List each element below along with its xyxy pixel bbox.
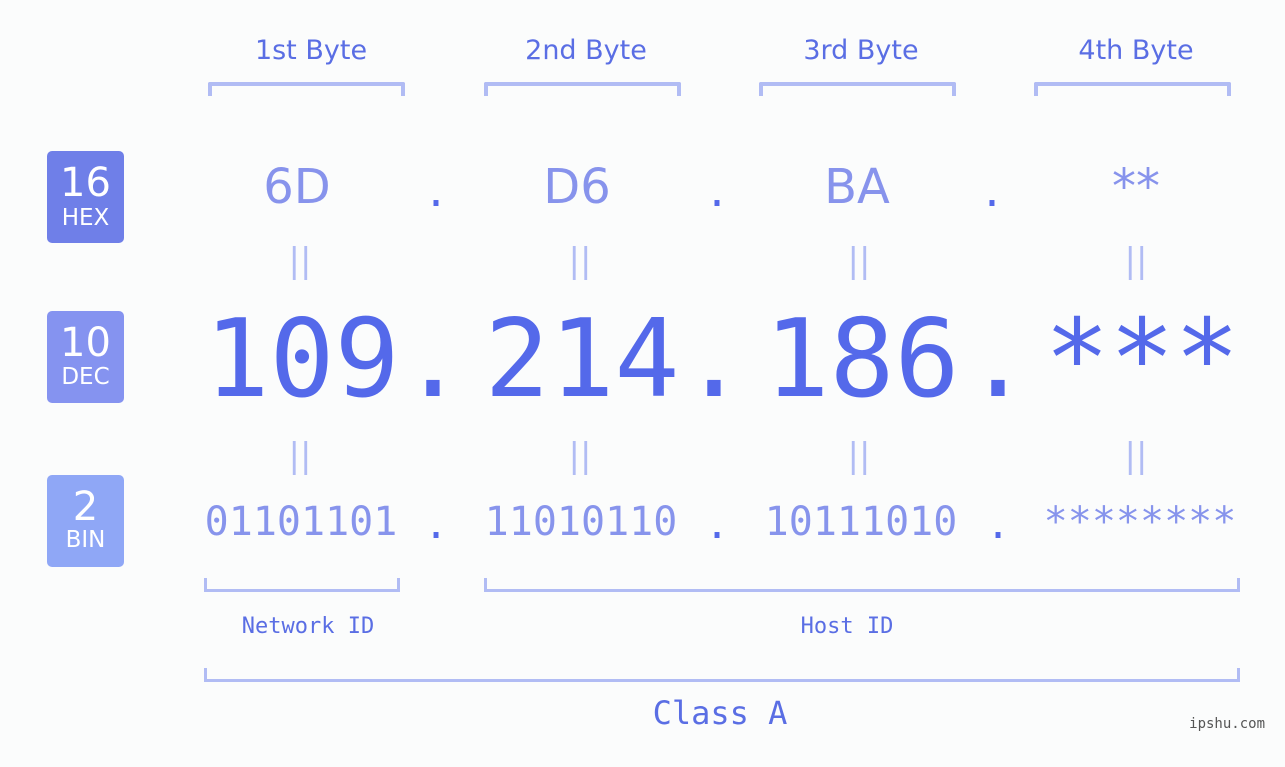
bin-dot-1: . (423, 502, 449, 548)
equals-sign: || (288, 436, 312, 476)
byte-title-3: 3rd Byte (803, 35, 919, 66)
dec-badge-number: 10 (60, 320, 111, 366)
hex-byte-3: BA (824, 159, 890, 215)
watermark: ipshu.com (1189, 716, 1265, 732)
hex-badge-number: 16 (60, 160, 111, 206)
dec-dot-1: . (400, 297, 466, 422)
byte-title-2: 2nd Byte (525, 35, 647, 66)
dec-dot-2: . (681, 297, 747, 422)
equals-sign: || (1124, 241, 1148, 281)
host-id-bracket (484, 578, 1240, 592)
hex-byte-4: ** (1112, 159, 1160, 215)
hex-dot-1: . (428, 162, 444, 218)
equals-sign: || (847, 436, 871, 476)
bin-badge-label: BIN (65, 527, 106, 553)
dec-byte-2: 214 (484, 297, 680, 422)
equals-sign: || (568, 241, 592, 281)
dec-dot-3: . (965, 297, 1031, 422)
bin-byte-1: 01101101 (204, 499, 398, 545)
byte-bracket-3 (759, 82, 956, 96)
bin-badge-number: 2 (72, 484, 99, 530)
dec-badge-label: DEC (61, 364, 110, 390)
byte-title-4: 4th Byte (1078, 35, 1194, 66)
dec-badge: 10 DEC (47, 311, 124, 403)
hex-badge-label: HEX (61, 205, 110, 231)
bin-byte-2: 11010110 (484, 499, 678, 545)
hex-dot-3: . (984, 162, 1000, 218)
hex-byte-1: 6D (263, 159, 331, 215)
hex-byte-2: D6 (543, 159, 611, 215)
hex-badge: 16 HEX (47, 151, 124, 243)
equals-sign: || (1124, 436, 1148, 476)
dec-byte-4: *** (1044, 297, 1240, 422)
equals-sign: || (568, 436, 592, 476)
bin-badge: 2 BIN (47, 475, 124, 567)
byte-bracket-1 (208, 82, 405, 96)
bin-dot-3: . (985, 502, 1011, 548)
bin-byte-4: ******** (1043, 499, 1237, 545)
equals-sign: || (288, 241, 312, 281)
network-id-bracket (204, 578, 400, 592)
network-id-label: Network ID (241, 614, 375, 639)
class-bracket (204, 668, 1240, 682)
dec-byte-1: 109 (204, 297, 400, 422)
byte-bracket-2 (484, 82, 681, 96)
class-label: Class A (652, 694, 788, 732)
host-id-label: Host ID (800, 614, 894, 639)
byte-title-1: 1st Byte (254, 35, 368, 66)
bin-byte-3: 10111010 (764, 499, 958, 545)
equals-sign: || (847, 241, 871, 281)
hex-dot-2: . (709, 162, 725, 218)
byte-bracket-4 (1034, 82, 1231, 96)
dec-byte-3: 186 (764, 297, 960, 422)
bin-dot-2: . (704, 502, 730, 548)
